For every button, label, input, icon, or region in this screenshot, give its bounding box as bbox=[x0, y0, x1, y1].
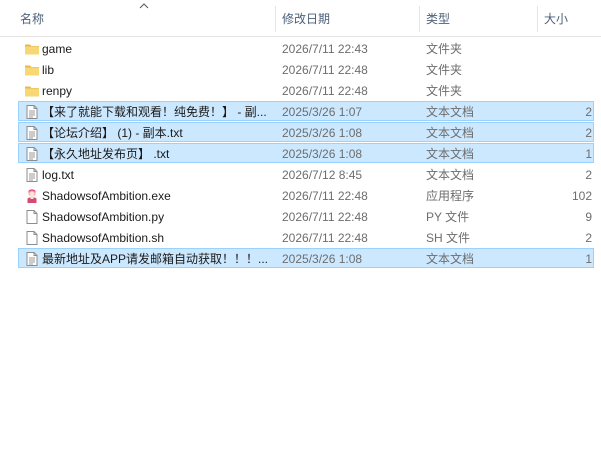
text-file-icon bbox=[24, 251, 40, 267]
file-size: 2 bbox=[585, 231, 592, 245]
file-modified-date: 2026/7/11 22:48 bbox=[282, 84, 368, 98]
column-header-modified-label: 修改日期 bbox=[282, 12, 331, 26]
file-name: game bbox=[42, 42, 73, 56]
application-icon bbox=[24, 188, 40, 204]
file-row[interactable]: 【来了就能下载和观看！纯免费！】 - 副... 2025/3/26 1:07 文本文… bbox=[18, 101, 594, 121]
file-modified-date: 2026/7/11 22:43 bbox=[282, 42, 368, 56]
file-type: 文本文档 bbox=[426, 147, 475, 161]
file-modified-date: 2026/7/11 22:48 bbox=[282, 189, 368, 203]
file-row[interactable]: game 2026/7/11 22:43 文件夹 bbox=[18, 38, 594, 58]
column-header-type[interactable]: 类型 bbox=[420, 0, 537, 36]
column-header-name-label: 名称 bbox=[20, 12, 45, 26]
file-name: 【论坛介绍】 (1) - 副本.txt bbox=[42, 126, 183, 140]
file-name: ShadowsofAmbition.sh bbox=[42, 231, 165, 245]
file-type: 文件夹 bbox=[426, 84, 463, 98]
file-type: 文本文档 bbox=[426, 168, 475, 182]
file-row[interactable]: log.txt 2026/7/12 8:45 文本文档 2 bbox=[18, 164, 594, 184]
file-type: 应用程序 bbox=[426, 189, 475, 203]
file-row[interactable]: ShadowsofAmbition.sh 2026/7/11 22:48 SH 文件… bbox=[18, 227, 594, 247]
file-size: 9 bbox=[585, 210, 592, 224]
file-name: 最新地址及APP请发邮箱自动获取！！！... bbox=[42, 252, 269, 266]
text-file-icon bbox=[24, 125, 40, 141]
file-row[interactable]: 【永久地址发布页】 .txt 2025/3/26 1:08 文本文档 1 bbox=[18, 143, 594, 163]
file-modified-date: 2025/3/26 1:08 bbox=[282, 252, 363, 266]
column-header-size-label: 大小 bbox=[544, 12, 569, 26]
file-name: renpy bbox=[42, 84, 73, 98]
text-file-icon bbox=[24, 167, 40, 183]
file-modified-date: 2026/7/11 22:48 bbox=[282, 210, 368, 224]
generic-file-icon bbox=[24, 209, 40, 225]
file-modified-date: 2026/7/12 8:45 bbox=[282, 168, 363, 182]
file-size bbox=[539, 81, 592, 101]
file-type: PY 文件 bbox=[426, 210, 470, 224]
file-row[interactable]: 最新地址及APP请发邮箱自动获取！！！... 2025/3/26 1:08 文本文档… bbox=[18, 248, 594, 268]
file-type: 文件夹 bbox=[426, 42, 463, 56]
file-size bbox=[539, 39, 592, 59]
file-explorer-window: 名称 修改日期 类型 大小 game 2026/7/11 22:43 文件夹 lib 2… bbox=[0, 0, 601, 470]
file-name: ShadowsofAmbition.py bbox=[42, 210, 165, 224]
text-file-icon bbox=[24, 104, 40, 120]
file-modified-date: 2026/7/11 22:48 bbox=[282, 63, 368, 77]
file-size: 1 bbox=[585, 147, 592, 161]
file-size: 2 bbox=[585, 126, 592, 140]
file-modified-date: 2025/3/26 1:08 bbox=[282, 147, 363, 161]
file-modified-date: 2025/3/26 1:08 bbox=[282, 126, 363, 140]
file-type: 文本文档 bbox=[426, 126, 475, 140]
file-modified-date: 2025/3/26 1:07 bbox=[282, 105, 363, 119]
file-size: 2 bbox=[585, 168, 592, 182]
file-row[interactable]: lib 2026/7/11 22:48 文件夹 bbox=[18, 59, 594, 79]
file-name: ShadowsofAmbition.exe bbox=[42, 189, 171, 203]
text-file-icon bbox=[24, 146, 40, 162]
file-name: log.txt bbox=[42, 168, 75, 182]
file-size: 1 bbox=[585, 252, 592, 266]
folder-icon bbox=[24, 41, 40, 57]
folder-icon bbox=[24, 83, 40, 99]
file-row[interactable]: ShadowsofAmbition.exe 2026/7/11 22:48 应用程序… bbox=[18, 185, 594, 205]
column-header-name[interactable]: 名称 bbox=[14, 0, 275, 36]
file-size: 2 bbox=[585, 105, 592, 119]
file-size bbox=[539, 60, 592, 80]
file-row[interactable]: 【论坛介绍】 (1) - 副本.txt 2025/3/26 1:08 文本文档 2 bbox=[18, 122, 594, 142]
column-header-type-label: 类型 bbox=[426, 12, 451, 26]
column-header-size[interactable]: 大小 bbox=[538, 0, 601, 36]
file-type: 文本文档 bbox=[426, 252, 475, 266]
file-type: SH 文件 bbox=[426, 231, 471, 245]
file-name: 【永久地址发布页】 .txt bbox=[42, 147, 170, 161]
file-row[interactable]: ShadowsofAmbition.py 2026/7/11 22:48 PY 文件… bbox=[18, 206, 594, 226]
file-type: 文本文档 bbox=[426, 105, 475, 119]
file-modified-date: 2026/7/11 22:48 bbox=[282, 231, 368, 245]
folder-icon bbox=[24, 62, 40, 78]
column-header-modified[interactable]: 修改日期 bbox=[276, 0, 419, 36]
file-row[interactable]: renpy 2026/7/11 22:48 文件夹 bbox=[18, 80, 594, 100]
column-header-bar: 名称 修改日期 类型 大小 bbox=[0, 0, 601, 37]
generic-file-icon bbox=[24, 230, 40, 246]
file-type: 文件夹 bbox=[426, 63, 463, 77]
file-name: lib bbox=[42, 63, 55, 77]
file-size: 102 bbox=[571, 189, 592, 203]
file-name: 【来了就能下载和观看！纯免费！】 - 副... bbox=[42, 105, 267, 119]
